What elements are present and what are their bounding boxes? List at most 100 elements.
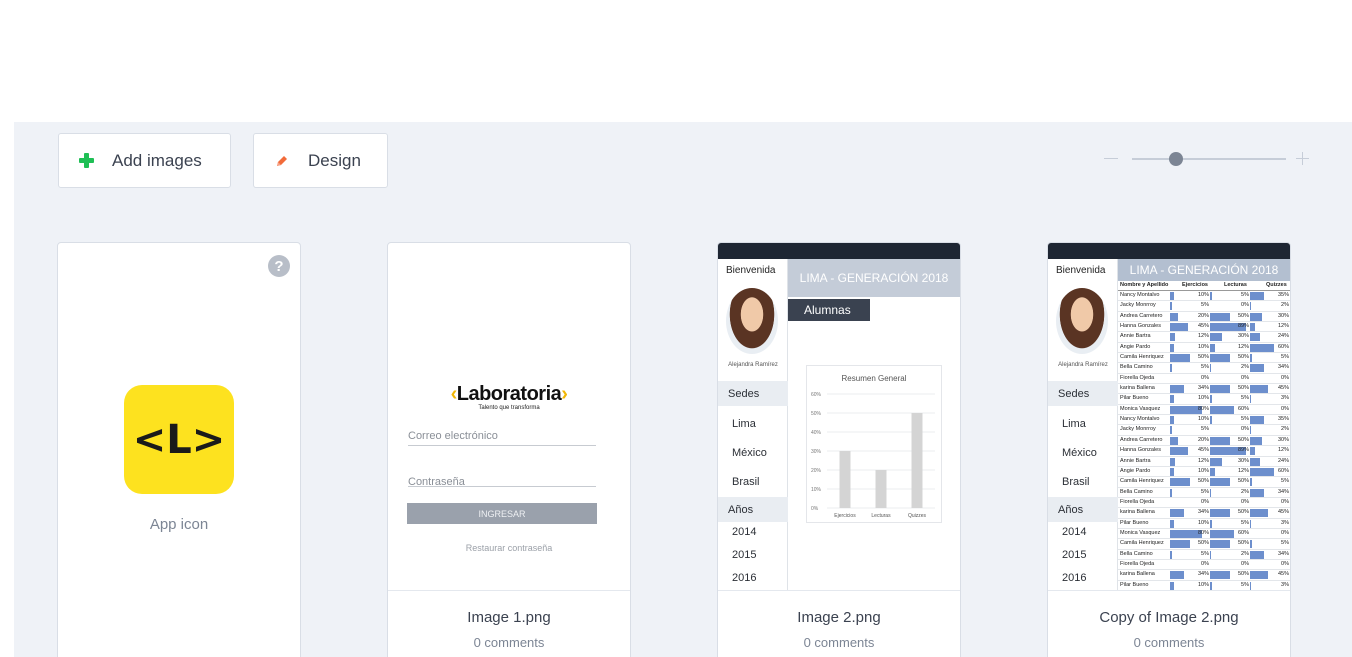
image-card[interactable]: ‹Laboratoria› Talento que transforma Cor… [387, 242, 631, 657]
table-row: Annie Bartra 12% 30% 24% [1118, 457, 1290, 467]
score-value: 45% [1277, 571, 1289, 578]
zoom-out-icon[interactable] [1104, 158, 1118, 159]
score-cell: 45% [1250, 509, 1290, 518]
score-value: 5% [1241, 416, 1249, 423]
score-bar [1210, 395, 1212, 404]
score-cell: 5% [1170, 550, 1210, 559]
image-name[interactable]: Image 1.png [388, 609, 630, 626]
image-thumbnail[interactable]: ‹Laboratoria› Talento que transforma Cor… [388, 243, 630, 590]
student-name: Jacky Monrroy [1120, 426, 1156, 433]
score-cell: 50% [1210, 509, 1250, 518]
score-cell: 50% [1210, 540, 1250, 549]
score-cell: 50% [1170, 478, 1210, 487]
design-button[interactable]: Design [253, 133, 388, 188]
score-value: 34% [1277, 488, 1289, 495]
table-row: Pilar Bueno 10% 5% 3% [1118, 519, 1290, 529]
app-icon-card[interactable]: ? <L> App icon [57, 242, 301, 657]
score-bar [1250, 540, 1252, 549]
score-bar [1170, 550, 1172, 559]
email-field-label: Correo electrónico [408, 430, 498, 442]
y-tick-label: 0% [811, 506, 819, 512]
student-name: Hanna Gonzales [1120, 447, 1161, 454]
score-bar [1210, 292, 1212, 300]
score-cell: 5% [1250, 540, 1290, 549]
x-tick-label: Quizzes [908, 513, 927, 519]
score-bar [1170, 447, 1188, 456]
score-value: 5% [1281, 478, 1289, 485]
design-label: Design [308, 150, 361, 170]
score-value: 0% [1201, 374, 1209, 381]
score-value: 5% [1201, 426, 1209, 433]
avatar [1056, 288, 1108, 354]
score-value: 45% [1277, 385, 1289, 392]
sede-item: Lima [732, 418, 756, 430]
score-cell: 50% [1210, 571, 1250, 580]
student-name: Monica Vasquez [1120, 405, 1161, 412]
y-tick-label: 20% [811, 468, 822, 474]
add-images-button[interactable]: Add images [58, 133, 231, 188]
score-cell: 5% [1170, 364, 1210, 373]
score-bar [1250, 457, 1260, 466]
help-icon[interactable]: ? [268, 255, 290, 277]
score-cell: 80% [1170, 405, 1210, 414]
score-cell: 34% [1250, 550, 1290, 559]
score-cell: 5% [1250, 354, 1290, 363]
x-tick-label: Lecturas [871, 513, 891, 519]
score-value: 0% [1281, 405, 1289, 412]
student-name: Pilar Bueno [1120, 519, 1149, 526]
score-cell: 5% [1210, 292, 1250, 300]
student-name: Angie Pardo [1120, 467, 1151, 474]
sede-item: México [1062, 447, 1097, 459]
image-thumbnail[interactable]: Bienvenida Alejandra Ramírez Sedes Lima … [718, 243, 960, 590]
score-value: 89% [1237, 447, 1249, 454]
student-name: Hanna Gonzales [1120, 323, 1161, 330]
score-value: 0% [1241, 374, 1249, 381]
score-bar [1210, 436, 1230, 445]
table-row: Annie Bartra 12% 30% 24% [1118, 332, 1290, 343]
score-cell: 10% [1170, 395, 1210, 404]
image-card[interactable]: Bienvenida Alejandra Ramírez Sedes Lima … [717, 242, 961, 657]
image-thumbnail[interactable]: Bienvenida Alejandra Ramírez Sedes Lima … [1048, 243, 1290, 590]
score-bar [1250, 364, 1264, 373]
score-cell: 0% [1210, 426, 1250, 434]
score-value: 12% [1277, 447, 1289, 454]
zoom-slider-track[interactable] [1132, 158, 1286, 160]
restore-password-link: Restaurar contraseña [465, 543, 553, 553]
welcome-text: Bienvenida [726, 265, 776, 276]
score-value: 45% [1197, 323, 1209, 330]
table-row: Bella Camino 5% 2% 34% [1118, 488, 1290, 498]
score-cell: 12% [1210, 343, 1250, 352]
image-name[interactable]: Copy of Image 2.png [1048, 609, 1290, 626]
image-name[interactable]: Image 2.png [718, 609, 960, 626]
score-bar [1170, 323, 1188, 332]
score-cell: 3% [1250, 581, 1290, 590]
comments-count[interactable]: 0 comments [388, 635, 630, 650]
table-row: Hanna Gonzales 45% 89% 12% [1118, 322, 1290, 333]
score-cell: 5% [1210, 581, 1250, 590]
sede-item: México [732, 447, 767, 459]
score-bar [1170, 426, 1172, 435]
comments-count[interactable]: 0 comments [1048, 635, 1290, 650]
year-item: 2016 [1062, 572, 1087, 584]
score-value: 2% [1281, 302, 1289, 309]
score-value: 30% [1237, 457, 1249, 464]
score-value: 5% [1241, 292, 1249, 298]
zoom-slider-handle[interactable] [1169, 152, 1183, 166]
score-cell: 50% [1210, 478, 1250, 487]
comments-count[interactable]: 0 comments [718, 635, 960, 650]
score-bar [1170, 519, 1174, 528]
table-header: Nombre y Apellido Ejercicios Lecturas Qu… [1118, 281, 1290, 291]
score-cell: 2% [1210, 364, 1250, 373]
image-caption: Copy of Image 2.png 0 comments [1048, 590, 1290, 650]
student-name: karina Ballena [1120, 385, 1155, 392]
student-name: karina Ballena [1120, 509, 1155, 516]
score-bar [1250, 312, 1262, 321]
table-row: karina Ballena 34% 50% 45% [1118, 570, 1290, 581]
x-tick-label: Ejercicios [834, 513, 856, 519]
score-cell: 5% [1170, 426, 1210, 435]
score-bar [1210, 550, 1211, 559]
zoom-in-icon[interactable] [1296, 152, 1309, 165]
image-card[interactable]: Bienvenida Alejandra Ramírez Sedes Lima … [1047, 242, 1291, 657]
score-cell: 0% [1210, 561, 1250, 569]
score-bar [1250, 447, 1255, 456]
